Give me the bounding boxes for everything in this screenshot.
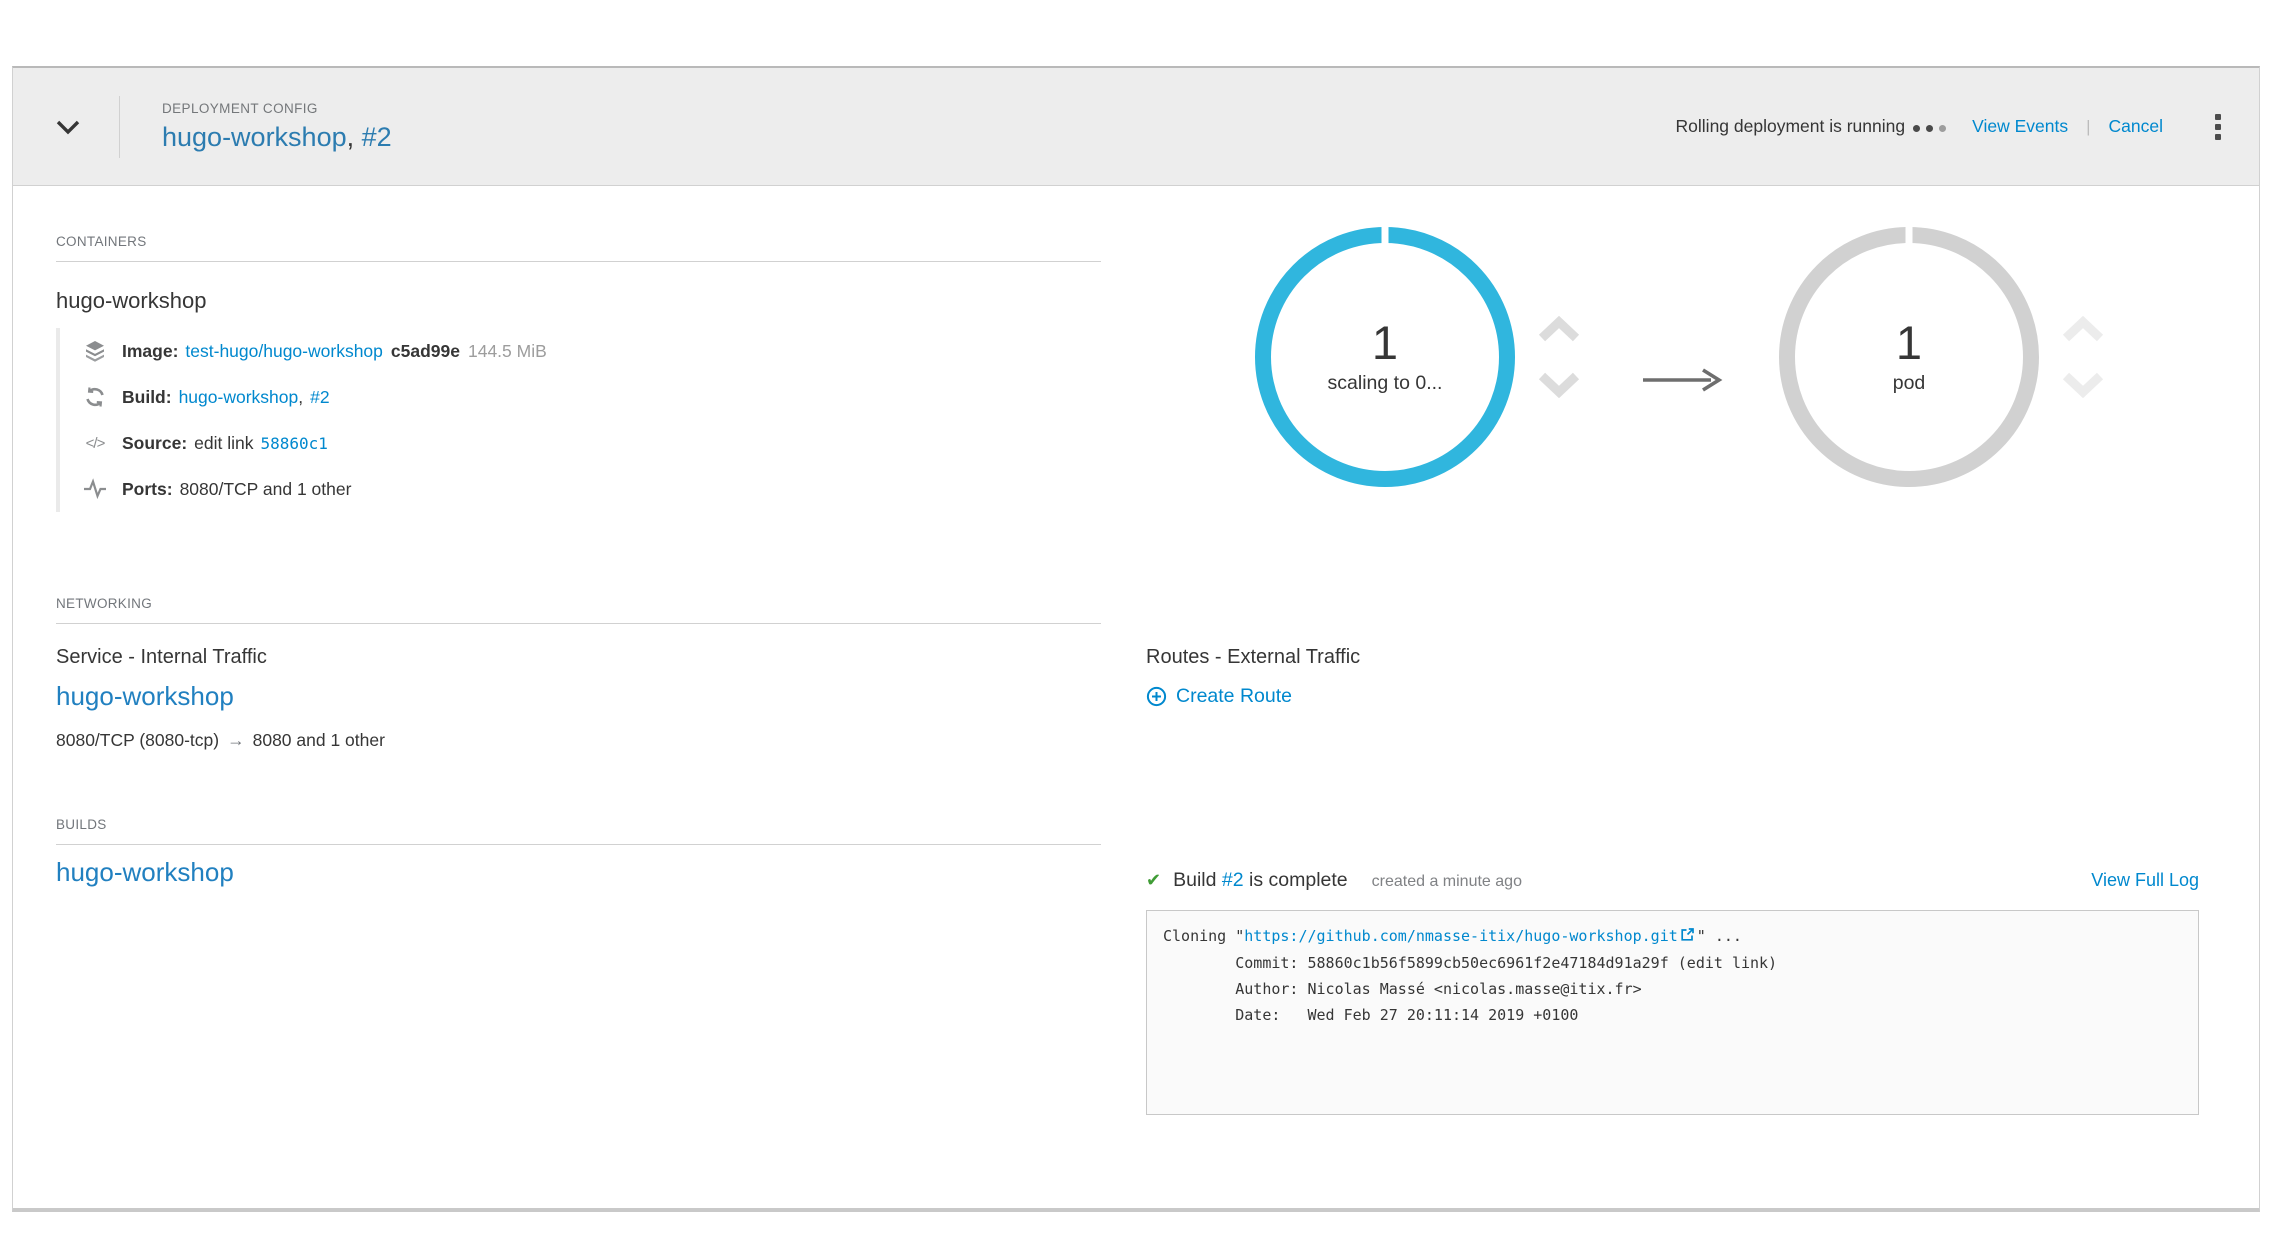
target-scale-stepper [2059,316,2107,398]
service-column: Service - Internal Traffic hugo-workshop… [56,624,1146,751]
target-scale-up-chevron-icon[interactable] [2060,316,2106,344]
port-arrow-icon: → [227,730,245,751]
builds-section: BUILDS hugo-workshop ✔ Build #2 is compl… [56,817,2199,1115]
target-scale-down-chevron-icon[interactable] [2060,370,2106,398]
current-scale-stepper [1535,316,1583,398]
build-config-link[interactable]: hugo-workshop [56,857,234,888]
external-link-icon [1680,924,1695,950]
build-label: Build: [122,387,172,408]
deployment-config-card: DEPLOYMENT CONFIG hugo-workshop, #2 Roll… [12,66,2260,1212]
running-ellipsis-icon [1913,125,1946,132]
routes-column: Routes - External Traffic Create Route [1146,624,2199,751]
refresh-icon [82,386,108,408]
current-replica-count: 1 [1372,319,1398,366]
routes-title: Routes - External Traffic [1146,646,2199,669]
image-link[interactable]: test-hugo/hugo-workshop [185,341,382,362]
log-author-line: Author: Nicolas Massé <nicolas.masse@iti… [1163,980,1642,998]
deployment-status-text: Rolling deployment is running [1676,116,1906,137]
build-name-link[interactable]: hugo-workshop [179,387,299,408]
view-full-log-link[interactable]: View Full Log [2091,870,2199,891]
deployment-config-link[interactable]: hugo-workshop [162,122,347,152]
kebab-menu-icon[interactable] [2209,108,2227,146]
build-name-column: hugo-workshop [56,845,1146,1115]
service-ports-line: 8080/TCP (8080-tcp) → 8080 and 1 other [56,730,1146,751]
log-commit-line: Commit: 58860c1b56f5899cb50ec6961f2e4718… [1163,954,1777,972]
build-number-link[interactable]: #2 [310,387,329,408]
build-status-text: Build #2 is complete [1173,869,1348,892]
create-route-label: Create Route [1176,685,1292,708]
target-replicas-donut: 1 pod [1779,227,2039,487]
source-commit-link[interactable]: 58860c1 [261,434,328,453]
build-detail-column: ✔ Build #2 is complete created a minute … [1146,845,2199,1115]
pulse-icon [82,478,108,500]
build-log-snippet: Cloning "https://github.com/nmasse-itix/… [1146,910,2199,1115]
build-number-status-link[interactable]: #2 [1222,869,1244,891]
current-replicas-donut: 1 scaling to 0... [1255,227,1515,487]
card-body: CONTAINERS hugo-workshop Image: test-hug… [13,186,2259,1208]
image-label: Image: [122,341,178,362]
check-icon: ✔ [1146,870,1161,891]
view-events-link[interactable]: View Events [1972,116,2068,137]
service-title: Service - Internal Traffic [56,646,1146,669]
deployment-status: Rolling deployment is running [1676,116,1947,137]
networking-section: NETWORKING Service - Internal Traffic hu… [56,596,2199,751]
collapse-chevron-down-icon[interactable] [51,119,85,135]
ports-label: Ports: [122,479,173,500]
scale-up-chevron-icon[interactable] [1536,316,1582,344]
section-label-builds: BUILDS [56,817,1101,845]
image-hash: c5ad99e [391,341,460,362]
service-port-from: 8080/TCP (8080-tcp) [56,730,219,751]
git-repo-link[interactable]: https://github.com/nmasse-itix/hugo-work… [1244,927,1677,945]
scaling-widget: 1 scaling to 0... 1 pod [1255,227,2107,487]
card-header: DEPLOYMENT CONFIG hugo-workshop, #2 Roll… [13,68,2259,186]
source-label: Source: [122,433,187,454]
section-label-networking: NETWORKING [56,596,1101,624]
transition-arrow-icon [1641,366,1723,394]
target-replica-label: pod [1893,372,1926,395]
header-divider [119,96,120,158]
page-title: hugo-workshop, #2 [162,123,392,153]
service-port-to: 8080 and 1 other [253,730,385,751]
scale-down-chevron-icon[interactable] [1536,370,1582,398]
header-pipe: | [2086,117,2090,137]
header-title-block: DEPLOYMENT CONFIG hugo-workshop, #2 [162,101,392,153]
source-commit-message: edit link [194,433,253,454]
service-name-link[interactable]: hugo-workshop [56,681,234,712]
create-route-link[interactable]: Create Route [1146,685,1292,708]
deployment-number-link[interactable]: #2 [362,122,392,152]
cancel-deployment-link[interactable]: Cancel [2109,116,2163,137]
image-size: 144.5 MiB [468,341,547,362]
resource-kind-label: DEPLOYMENT CONFIG [162,101,392,116]
target-replica-count: 1 [1896,319,1922,366]
build-created-timestamp: created a minute ago [1372,873,1522,891]
plus-circle-icon [1146,686,1167,707]
build-separator: , [298,387,303,408]
current-replica-label: scaling to 0... [1328,372,1443,395]
log-date-line: Date: Wed Feb 27 20:11:14 2019 +0100 [1163,1006,1578,1024]
title-separator: , [347,122,362,152]
section-label-containers: CONTAINERS [56,234,1101,262]
layers-icon [82,339,108,363]
build-status-row: ✔ Build #2 is complete created a minute … [1146,869,2199,892]
code-icon: </> [82,435,108,452]
ports-value: 8080/TCP and 1 other [180,479,352,500]
